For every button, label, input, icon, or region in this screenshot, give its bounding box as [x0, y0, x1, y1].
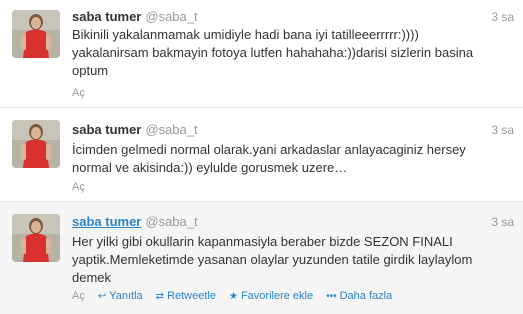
tweet-item[interactable]: saba tumer @saba_t 3 sa Bikinili yakalanm…	[0, 0, 523, 108]
reply-arrow-icon: ↩	[97, 290, 107, 302]
tweet-item[interactable]: saba tumer @saba_t 3 sa İcimden gelmedi n…	[0, 108, 523, 202]
author-name[interactable]: saba tumer	[72, 9, 141, 24]
reply-button[interactable]: ↩ Yanıtla	[98, 290, 143, 302]
timestamp[interactable]: 3 sa	[491, 215, 514, 229]
retweet-icon: ⇄	[155, 290, 165, 302]
author-handle[interactable]: @saba_t	[145, 9, 197, 24]
tweet-actions: Aç ↩ Yanıtla ⇄ Retweetle ★ Favorilere ek…	[72, 290, 405, 302]
more-button[interactable]: ••• Daha fazla	[326, 290, 392, 302]
retweet-button[interactable]: ⇄ Retweetle	[156, 290, 216, 302]
expand-link[interactable]: Aç	[72, 181, 85, 193]
author-handle[interactable]: @saba_t	[145, 214, 197, 229]
star-icon: ★	[228, 290, 238, 302]
timestamp[interactable]: 3 sa	[491, 10, 514, 24]
avatar[interactable]	[12, 120, 60, 168]
timestamp[interactable]: 3 sa	[491, 123, 514, 137]
favorite-label: Favorilere ekle	[240, 290, 314, 302]
reply-label: Yanıtla	[109, 290, 143, 302]
author-handle[interactable]: @saba_t	[145, 122, 197, 137]
tweet-header: saba tumer @saba_t	[72, 122, 198, 137]
avatar[interactable]	[12, 10, 60, 58]
tweet-actions: Aç	[72, 181, 98, 193]
tweet-text: İcimden gelmedi normal olarak.yani arkad…	[72, 142, 466, 175]
avatar[interactable]	[12, 214, 60, 262]
more-label: Daha fazla	[339, 290, 393, 302]
tweet-item[interactable]: saba tumer @saba_t 3 sa Her yilki gibi ok…	[0, 202, 523, 314]
expand-link[interactable]: Aç	[72, 87, 85, 99]
tweet-header: saba tumer @saba_t	[72, 9, 198, 24]
retweet-label: Retweetle	[167, 290, 216, 302]
tweet-text: Her yilki gibi okullarin kapanmasiyla be…	[72, 234, 473, 285]
tweet-actions: Aç	[72, 87, 98, 99]
favorite-button[interactable]: ★ Favorilere ekle	[229, 290, 313, 302]
author-name[interactable]: saba tumer	[72, 122, 141, 137]
ellipsis-icon: •••	[326, 290, 337, 302]
author-name[interactable]: saba tumer	[72, 214, 141, 229]
tweet-header: saba tumer @saba_t	[72, 214, 198, 229]
tweet-text: Bikinili yakalanmamak umidiyle hadi bana…	[72, 27, 474, 78]
expand-link[interactable]: Aç	[72, 290, 85, 302]
